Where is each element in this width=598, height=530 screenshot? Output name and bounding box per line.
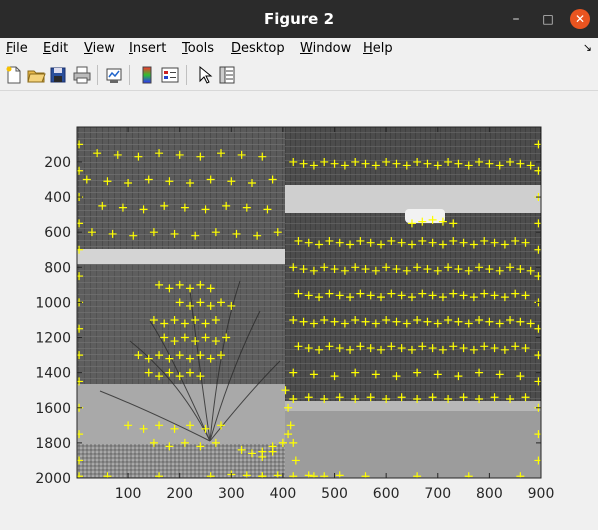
pointer-icon[interactable] <box>195 65 215 85</box>
menu-desktop[interactable]: Desktop <box>231 41 285 56</box>
x-tick-label: 700 <box>424 486 451 502</box>
menu-file-label: File <box>6 41 28 56</box>
print-icon[interactable] <box>72 65 92 85</box>
x-tick-label: 900 <box>528 486 555 502</box>
menu-insert-label: Insert <box>129 41 167 56</box>
y-tick-label: 400 <box>44 190 71 206</box>
menu-window[interactable]: Window <box>300 41 351 56</box>
close-button[interactable]: ✕ <box>570 9 590 29</box>
minimize-button[interactable]: – <box>506 9 526 29</box>
window-titlebar: Figure 2 – □ ✕ <box>0 0 598 38</box>
y-tick-label: 1800 <box>35 436 71 452</box>
dock-arrow-icon[interactable]: ↘ <box>583 41 592 54</box>
open-file-icon[interactable] <box>26 65 46 85</box>
y-tick-label: 800 <box>44 260 71 276</box>
menu-window-label: Window <box>300 41 352 56</box>
image-axes[interactable]: 100 200 300 400 500 600 700 800 900 200 400 600 800… <box>0 91 598 526</box>
menu-bar: File Edit View Insert Tools Desktop Wind… <box>0 38 598 60</box>
y-tick-label: 600 <box>44 225 71 241</box>
x-tick-label: 800 <box>476 486 503 502</box>
legend-icon[interactable] <box>160 65 180 85</box>
y-tick-label: 1600 <box>35 401 71 417</box>
menu-tools-label: Tools <box>182 41 215 56</box>
x-tick-label: 500 <box>321 486 348 502</box>
x-tick-label: 400 <box>270 486 297 502</box>
menu-help-label: Help <box>363 41 393 56</box>
property-inspector-icon[interactable] <box>217 65 237 85</box>
figure-canvas[interactable]: 100 200 300 400 500 600 700 800 900 200 400 600 800… <box>0 91 598 526</box>
x-tick-label: 100 <box>115 486 142 502</box>
menu-view[interactable]: View <box>84 41 115 56</box>
y-tick-label: 1200 <box>35 331 71 347</box>
menu-file[interactable]: File <box>6 41 28 56</box>
menu-tools[interactable]: Tools <box>182 41 214 56</box>
y-tick-label: 1400 <box>35 366 71 382</box>
link-plot-icon[interactable] <box>104 65 124 85</box>
x-tick-label: 200 <box>166 486 193 502</box>
y-tick-label: 2000 <box>35 471 71 487</box>
menu-edit-label: Edit <box>43 41 69 56</box>
menu-help[interactable]: Help <box>363 41 393 56</box>
x-tick-label: 600 <box>373 486 400 502</box>
y-tick-label: 1000 <box>35 295 71 311</box>
menu-insert[interactable]: Insert <box>129 41 166 56</box>
menu-desktop-label: Desktop <box>231 41 285 56</box>
toolbar-separator <box>186 65 187 85</box>
y-tick-label: 200 <box>44 155 71 171</box>
menu-view-label: View <box>84 41 115 56</box>
save-icon[interactable] <box>48 65 68 85</box>
maximize-button[interactable]: □ <box>538 9 558 29</box>
x-tick-label: 300 <box>218 486 245 502</box>
toolbar-separator <box>129 65 130 85</box>
toolbar-separator <box>97 65 98 85</box>
new-figure-icon[interactable] <box>4 65 24 85</box>
figure-toolbar <box>0 60 598 91</box>
colorbar-icon[interactable] <box>137 65 157 85</box>
menu-edit[interactable]: Edit <box>43 41 68 56</box>
